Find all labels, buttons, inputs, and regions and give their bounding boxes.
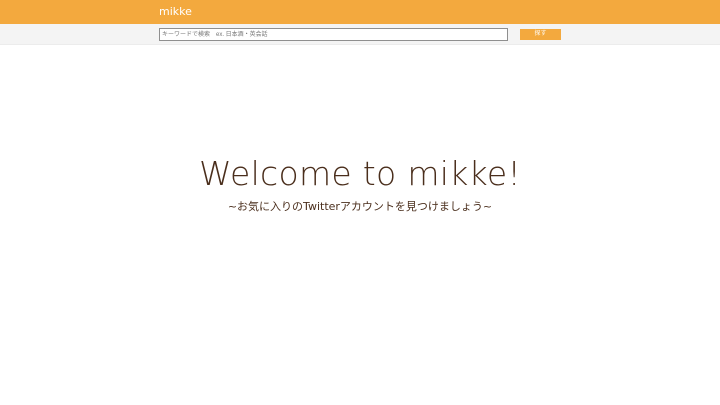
search-bar: 探す [0, 24, 720, 45]
hero-section: Welcome to mikke! ~お気に入りのTwitterアカウントを見つ… [0, 152, 720, 214]
search-button[interactable]: 探す [520, 29, 561, 40]
hero-subtitle: ~お気に入りのTwitterアカウントを見つけましょう~ [227, 200, 493, 213]
hero-title: Welcome to mikke! [198, 154, 522, 193]
brand-logo-link[interactable]: mikke [159, 4, 192, 20]
search-input[interactable] [159, 28, 508, 41]
top-navbar: mikke [0, 0, 720, 24]
